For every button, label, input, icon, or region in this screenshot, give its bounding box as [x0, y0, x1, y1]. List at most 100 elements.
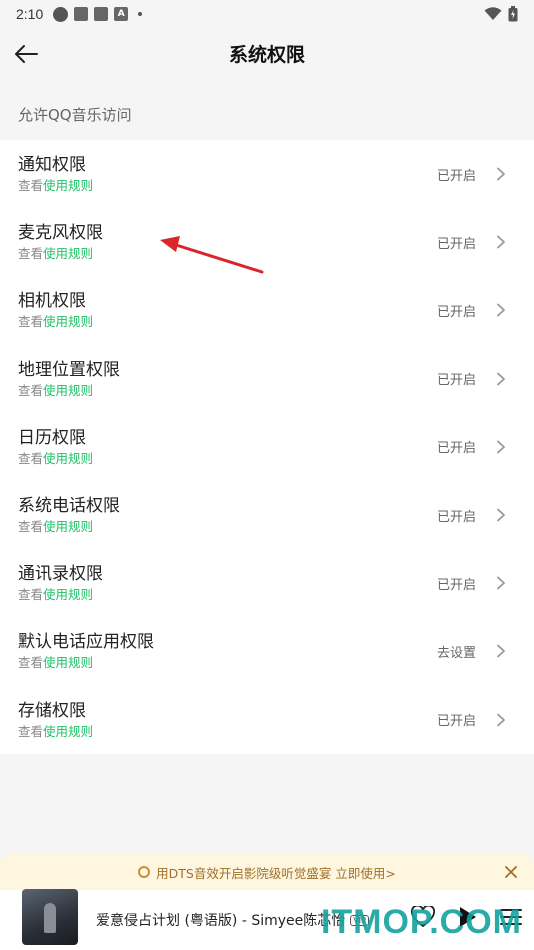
a-notification-icon: A: [114, 7, 129, 21]
playlist-icon: [500, 909, 522, 925]
view-label: 查看: [18, 246, 44, 262]
permission-row[interactable]: 存储权限 查看使用规则 已开启: [0, 686, 534, 754]
permission-title: 通知权限: [18, 155, 86, 176]
permission-row[interactable]: 默认电话应用权限 查看使用规则 去设置: [0, 617, 534, 685]
permission-status: 已开启: [436, 577, 476, 593]
permission-list: 通知权限 查看使用规则 已开启 麦克风权限 查看使用规则 已开启 相机权限 查看…: [0, 140, 534, 754]
view-label: 查看: [18, 655, 44, 671]
permission-row[interactable]: 麦克风权限 查看使用规则 已开启: [0, 208, 534, 276]
status-time: 2:10: [16, 6, 44, 22]
usage-rules-link[interactable]: 使用规则: [43, 383, 93, 398]
usage-rules-link[interactable]: 使用规则: [43, 519, 93, 534]
permission-text: 相机权限 查看使用规则: [18, 290, 437, 330]
permission-subtitle: 查看使用规则: [18, 655, 437, 671]
permission-row[interactable]: 地理位置权限 查看使用规则 已开启: [0, 345, 534, 413]
permission-title: 相机权限: [18, 291, 86, 312]
view-label: 查看: [18, 519, 44, 535]
permission-title: 日历权限: [18, 427, 86, 448]
more-notifications-icon: [138, 12, 143, 16]
chevron-right-icon: [496, 713, 508, 727]
permission-status: 已开启: [436, 304, 476, 320]
heart-icon: [411, 906, 435, 928]
permission-status: 已开启: [436, 373, 476, 389]
app-notification-icon: [74, 7, 89, 21]
permission-text: 系统电话权限 查看使用规则: [18, 495, 437, 535]
permission-row[interactable]: 相机权限 查看使用规则 已开启: [0, 276, 534, 344]
view-label: 查看: [18, 723, 44, 739]
chevron-right-icon: [496, 508, 508, 522]
section-label: 允许QQ音乐访问: [18, 106, 132, 124]
view-label: 查看: [18, 314, 44, 330]
permission-title: 默认电话应用权限: [18, 632, 154, 653]
header: 系统权限: [0, 28, 534, 78]
permission-status: 已开启: [436, 441, 476, 457]
permission-subtitle: 查看使用规则: [18, 724, 437, 740]
vip-badge: VIP: [350, 914, 369, 926]
permission-text: 通知权限 查看使用规则: [18, 154, 437, 194]
permission-status: 已开启: [436, 509, 476, 525]
app-notification-icon: [53, 6, 69, 22]
app-notification-icon: [94, 7, 109, 21]
status-notification-icons: A: [53, 6, 143, 22]
permission-subtitle: 查看使用规则: [18, 587, 437, 603]
permission-row[interactable]: 日历权限 查看使用规则 已开启: [0, 413, 534, 481]
permission-subtitle: 查看使用规则: [18, 519, 437, 535]
play-icon: [460, 907, 476, 927]
banner-text: 用DTS音效开启影院级听觉盛宴 立即使用>: [156, 865, 396, 881]
dts-promo-banner[interactable]: 用DTS音效开启影院级听觉盛宴 立即使用>: [0, 854, 534, 890]
permission-text: 通讯录权限 查看使用规则: [18, 563, 437, 603]
song-title: 爱意侵占计划 (粤语版) - Simyee陈芯怡: [96, 913, 346, 929]
permission-status: 去设置: [436, 645, 476, 661]
permission-title: 存储权限: [18, 700, 86, 721]
permission-subtitle: 查看使用规则: [18, 314, 437, 330]
mini-player[interactable]: 爱意侵占计划 (粤语版) - Simyee陈芯怡 VIP: [0, 889, 534, 950]
chevron-right-icon: [496, 372, 508, 386]
chevron-right-icon: [496, 440, 508, 454]
album-cover[interactable]: [22, 889, 78, 945]
permission-title: 系统电话权限: [18, 496, 120, 517]
permission-row[interactable]: 通知权限 查看使用规则 已开启: [0, 140, 534, 208]
permission-text: 存储权限 查看使用规则: [18, 700, 437, 740]
view-label: 查看: [18, 450, 44, 466]
chevron-right-icon: [496, 235, 508, 249]
status-bar: 2:10 A: [0, 0, 534, 28]
chevron-right-icon: [496, 167, 508, 181]
page-title: 系统权限: [228, 43, 305, 66]
permission-title: 麦克风权限: [18, 223, 103, 244]
status-system-icons: [484, 6, 518, 22]
wifi-icon: [484, 7, 502, 20]
chevron-right-icon: [496, 303, 508, 317]
usage-rules-link[interactable]: 使用规则: [43, 587, 93, 602]
permission-text: 麦克风权限 查看使用规则: [18, 222, 437, 262]
view-label: 查看: [18, 178, 44, 194]
song-info[interactable]: 爱意侵占计划 (粤语版) - Simyee陈芯怡 VIP: [96, 910, 369, 930]
usage-rules-link[interactable]: 使用规则: [43, 655, 93, 670]
close-icon[interactable]: [502, 863, 520, 881]
permission-text: 日历权限 查看使用规则: [18, 427, 437, 467]
permission-status: 已开启: [436, 236, 476, 252]
play-button[interactable]: [454, 904, 480, 930]
player-controls: [410, 904, 524, 930]
permission-status: 已开启: [436, 168, 476, 184]
back-button[interactable]: [10, 38, 42, 70]
permission-title: 地理位置权限: [18, 359, 120, 380]
arrow-left-icon: [15, 45, 38, 63]
permission-title: 通讯录权限: [18, 564, 103, 585]
usage-rules-link[interactable]: 使用规则: [43, 451, 93, 466]
usage-rules-link[interactable]: 使用规则: [43, 724, 93, 739]
playlist-button[interactable]: [498, 904, 524, 930]
permission-subtitle: 查看使用规则: [18, 383, 437, 399]
usage-rules-link[interactable]: 使用规则: [43, 314, 93, 329]
battery-icon: [508, 6, 518, 22]
like-button[interactable]: [410, 904, 436, 930]
usage-rules-link[interactable]: 使用规则: [43, 246, 93, 261]
permission-subtitle: 查看使用规则: [18, 178, 437, 194]
permission-subtitle: 查看使用规则: [18, 246, 437, 262]
dts-icon: [138, 866, 151, 878]
chevron-right-icon: [496, 576, 508, 590]
permission-row[interactable]: 系统电话权限 查看使用规则 已开启: [0, 481, 534, 549]
permission-text: 默认电话应用权限 查看使用规则: [18, 631, 437, 671]
usage-rules-link[interactable]: 使用规则: [43, 178, 93, 193]
permission-status: 已开启: [436, 714, 476, 730]
permission-row[interactable]: 通讯录权限 查看使用规则 已开启: [0, 549, 534, 617]
